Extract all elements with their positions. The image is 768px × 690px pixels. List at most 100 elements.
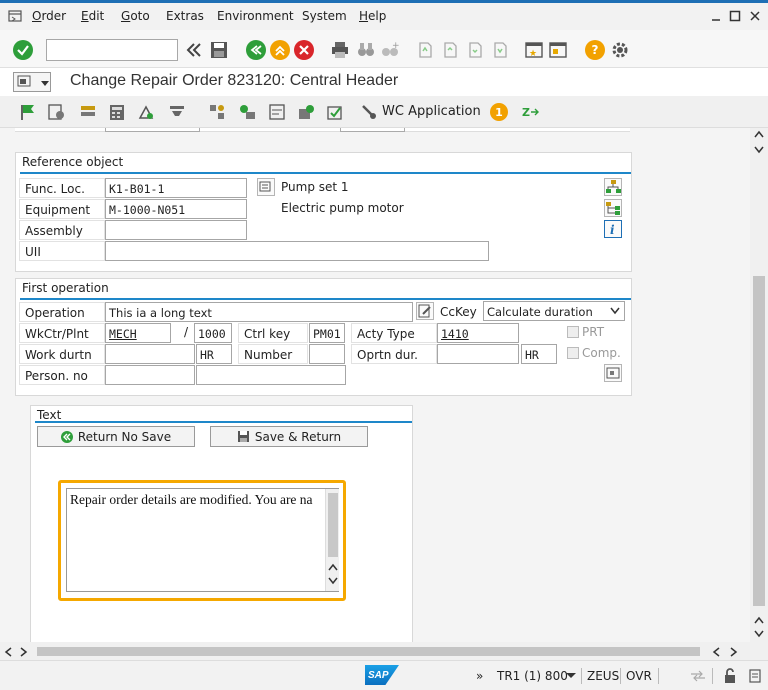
technical-completion-icon[interactable] [326, 103, 344, 121]
sort-descending-icon[interactable]: Z [521, 103, 539, 121]
calculator-icon[interactable] [108, 103, 126, 121]
print-icon[interactable] [330, 40, 350, 60]
long-text-content[interactable]: Repair order details are modified. You a… [70, 492, 322, 512]
overwrite-mode[interactable]: OVR [626, 669, 652, 683]
prt-checkbox[interactable] [567, 326, 579, 338]
flag-icon[interactable] [19, 103, 37, 121]
next-page-icon[interactable] [465, 40, 485, 60]
comp-checkbox[interactable] [567, 347, 579, 359]
menu-order[interactable]: Order [32, 9, 66, 23]
system-dropdown-icon[interactable] [566, 673, 576, 679]
info-button[interactable]: i [604, 220, 622, 238]
menu-help[interactable]: Help [359, 9, 386, 23]
graphic-icon[interactable] [238, 103, 256, 121]
system-info[interactable]: TR1 (1) 800 [497, 669, 568, 683]
release-icon[interactable] [297, 103, 315, 121]
screen-menu-button[interactable] [13, 72, 51, 92]
long-text-button[interactable] [416, 302, 434, 320]
scroll-left-small-icon[interactable] [712, 647, 720, 657]
order-settings-icon[interactable] [47, 103, 65, 121]
settings-gear-icon[interactable] [610, 40, 630, 60]
scroll-up-small-icon[interactable] [754, 616, 764, 624]
number-input[interactable] [309, 344, 345, 364]
editor-scrollbar[interactable] [325, 489, 339, 591]
exit-icon[interactable] [270, 40, 290, 60]
workdurtn-unit-input[interactable]: HR [196, 344, 232, 364]
enter-check-icon[interactable] [13, 40, 33, 60]
save-return-button[interactable]: Save & Return [210, 426, 368, 447]
scroll-right-small-icon[interactable] [20, 647, 28, 657]
status-expand-icon[interactable]: » [476, 669, 483, 683]
prt-label: PRT [582, 325, 605, 339]
scroll-right-icon[interactable] [730, 647, 738, 657]
oprtndur-input[interactable] [437, 344, 519, 364]
collapse-command-icon[interactable] [184, 40, 204, 60]
objects-icon[interactable] [79, 103, 97, 121]
layout-menu-icon[interactable] [748, 668, 762, 684]
editor-scroll-thumb[interactable] [328, 493, 338, 557]
actytype-input[interactable]: 1410 [437, 323, 519, 343]
create-shortcut-icon[interactable] [548, 40, 568, 60]
wc-application-button[interactable]: WC Application [382, 104, 481, 119]
scroll-down-icon[interactable] [754, 630, 764, 638]
operation-text-input[interactable]: This ia a long text [105, 302, 413, 322]
new-session-icon[interactable]: ★ [524, 40, 544, 60]
lock-icon[interactable] [723, 668, 737, 684]
plant-input[interactable]: 1000 [194, 323, 232, 343]
workdurtn-input[interactable] [105, 344, 195, 364]
equipment-structure-button[interactable] [604, 199, 622, 217]
close-icon[interactable] [749, 10, 761, 22]
menu-environment[interactable]: Environment [217, 9, 294, 23]
menu-system[interactable]: System [302, 9, 347, 23]
structure-icon[interactable] [208, 103, 226, 121]
window-menu-icon[interactable] [8, 9, 22, 23]
funcloc-input[interactable]: K1-B01-1 [105, 178, 247, 198]
funcloc-structure-button[interactable] [604, 178, 622, 196]
wc-application-icon[interactable] [360, 103, 378, 121]
filter-icon[interactable] [168, 103, 186, 121]
back-icon[interactable] [246, 40, 266, 60]
editor-scroll-down-icon[interactable] [328, 577, 338, 585]
screen-layout-icon [17, 75, 31, 87]
priority-badge-icon[interactable]: 1 [490, 103, 508, 121]
minimize-icon[interactable] [710, 10, 722, 22]
first-page-icon[interactable] [415, 40, 435, 60]
vertical-scrollbar[interactable] [750, 128, 768, 642]
personno-input[interactable] [105, 365, 195, 385]
help-icon[interactable]: ? [585, 40, 605, 60]
menu-goto[interactable]: Goto [121, 9, 150, 23]
maximize-icon[interactable] [729, 10, 741, 22]
find-icon[interactable] [356, 40, 376, 60]
menu-extras[interactable]: Extras [166, 9, 204, 23]
return-no-save-button[interactable]: Return No Save [37, 426, 195, 447]
list-layout-icon[interactable] [268, 103, 286, 121]
uii-input[interactable] [105, 241, 489, 261]
horizontal-scrollbar[interactable] [0, 642, 768, 660]
find-next-icon[interactable]: + [380, 40, 400, 60]
scroll-left-icon[interactable] [4, 647, 12, 657]
horizontal-scroll-thumb[interactable] [37, 647, 700, 656]
save-icon[interactable] [209, 40, 229, 60]
command-field[interactable] [46, 39, 178, 61]
cckey-select[interactable]: Calculate duration [483, 301, 625, 321]
page-title: Change Repair Order 823120: Central Head… [70, 72, 399, 89]
cancel-icon[interactable] [294, 40, 314, 60]
ctrlkey-input[interactable]: PM01 [309, 323, 345, 343]
vertical-scroll-thumb[interactable] [753, 276, 765, 606]
assembly-input[interactable] [105, 220, 247, 240]
last-page-icon[interactable] [490, 40, 510, 60]
workcenter-input[interactable]: MECH [105, 323, 171, 343]
long-text-editor[interactable]: Repair order details are modified. You a… [66, 488, 339, 592]
save-return-label: Save & Return [254, 429, 342, 444]
menu-edit[interactable]: Edit [81, 9, 104, 23]
scroll-up-icon[interactable] [754, 130, 764, 138]
connection-status-icon [691, 670, 705, 682]
funcloc-detail-button[interactable] [257, 178, 275, 196]
operation-details-button[interactable] [604, 364, 622, 382]
scroll-down-small-icon[interactable] [754, 146, 764, 154]
editor-scroll-up-icon[interactable] [328, 563, 338, 571]
previous-page-icon[interactable] [440, 40, 460, 60]
oprtndur-unit-input[interactable]: HR [521, 344, 557, 364]
equipment-input[interactable]: M-1000-N051 [105, 199, 247, 219]
costs-icon[interactable] [137, 103, 155, 121]
